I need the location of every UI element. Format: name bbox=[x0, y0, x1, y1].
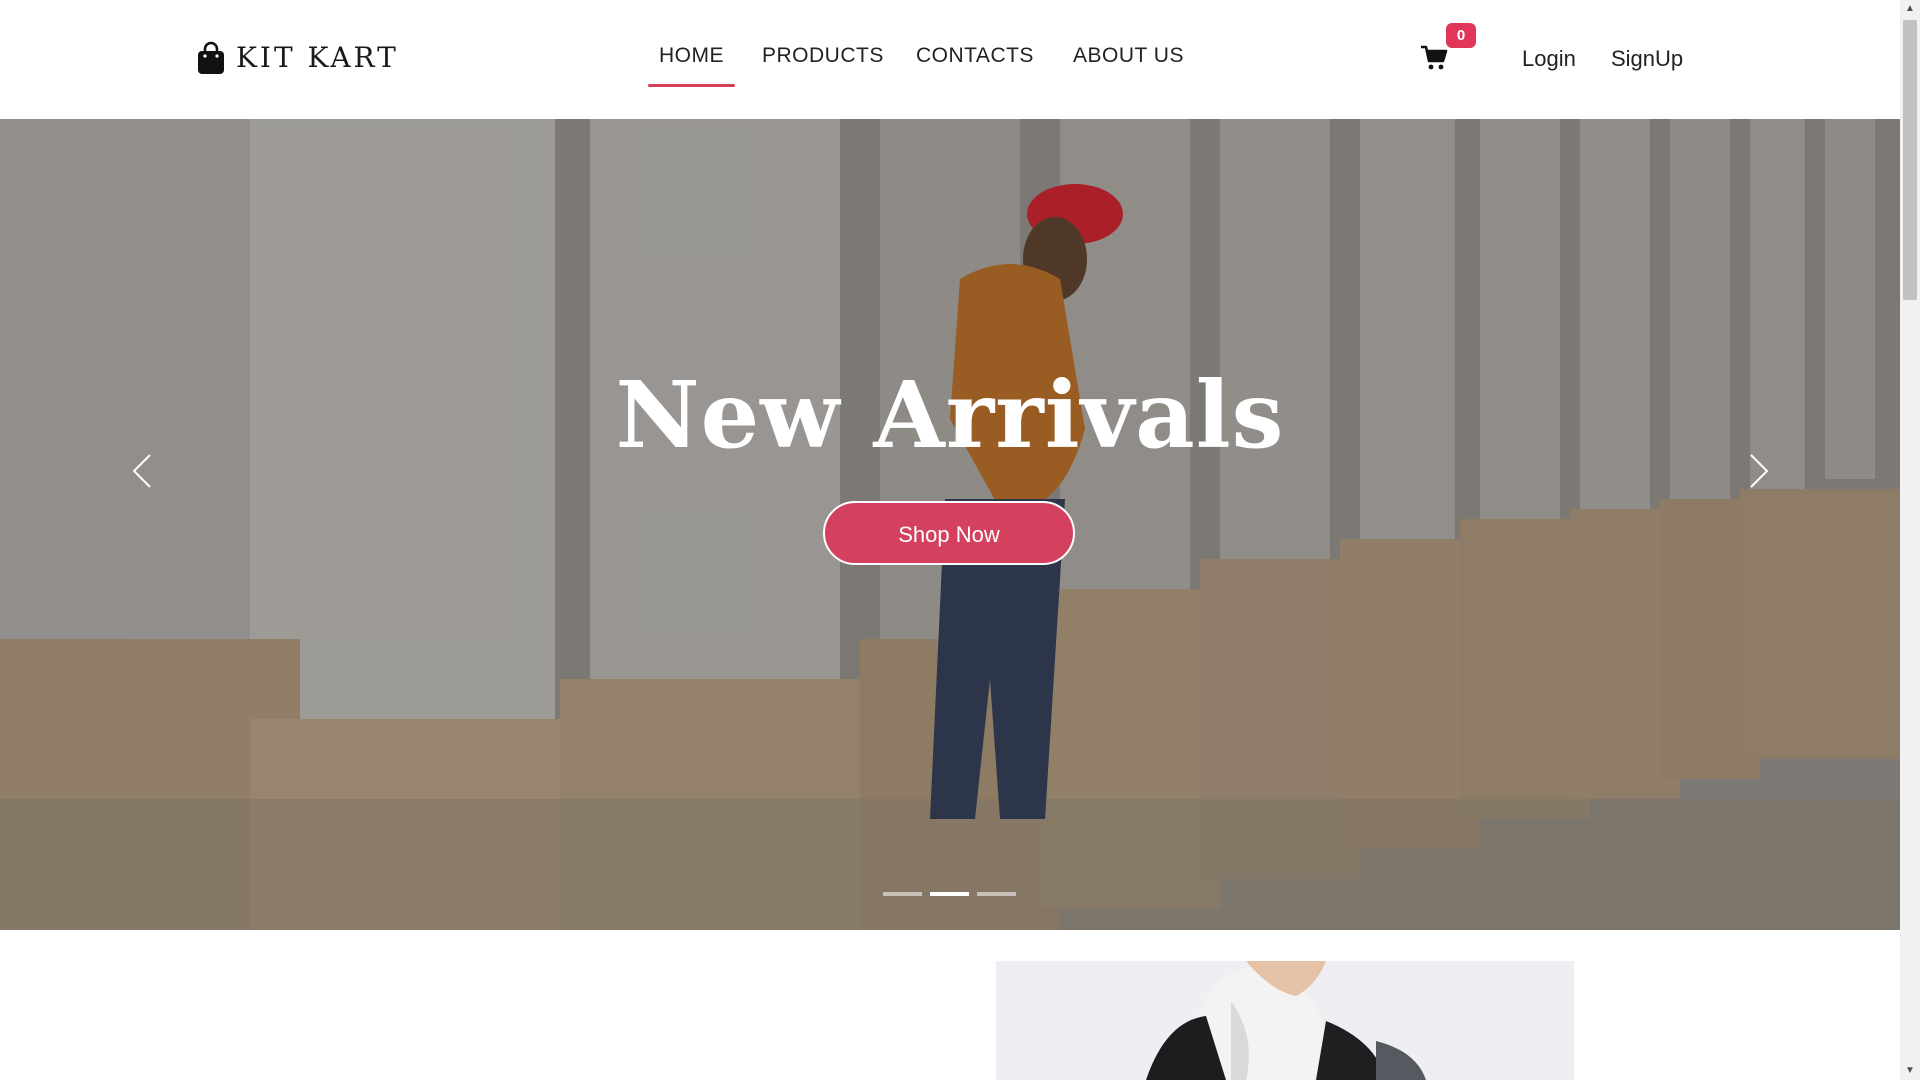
page-scrollbar[interactable]: ▲ ▼ bbox=[1900, 0, 1920, 1080]
hero-carousel: New Arrivals Shop Now bbox=[0, 119, 1900, 930]
chevron-left-icon[interactable] bbox=[128, 451, 158, 491]
chevron-right-icon[interactable] bbox=[1743, 451, 1773, 491]
shop-now-button[interactable]: Shop Now bbox=[823, 501, 1075, 565]
nav-home[interactable]: HOME bbox=[648, 44, 735, 87]
carousel-indicators bbox=[883, 892, 1016, 896]
brand-logo[interactable]: KIT KART bbox=[196, 41, 399, 75]
hero-title: New Arrivals bbox=[615, 361, 1285, 469]
carousel-indicator[interactable] bbox=[977, 892, 1016, 896]
scroll-down-icon[interactable]: ▼ bbox=[1900, 1062, 1920, 1080]
scroll-up-icon[interactable]: ▲ bbox=[1900, 0, 1920, 18]
nav-contacts[interactable]: CONTACTS bbox=[916, 44, 1034, 68]
brand-name: KIT KART bbox=[236, 41, 399, 74]
cart-count-badge: 0 bbox=[1446, 23, 1476, 48]
featured-product-image[interactable] bbox=[996, 961, 1574, 1080]
hoodie-jacket-image bbox=[996, 961, 1574, 1080]
shopping-bag-icon bbox=[198, 41, 224, 74]
page: KIT KART HOME PRODUCTS CONTACTS ABOUT US… bbox=[0, 0, 1900, 1080]
carousel-indicator[interactable] bbox=[883, 892, 922, 896]
signup-link[interactable]: SignUp bbox=[1611, 46, 1683, 72]
site-header: KIT KART HOME PRODUCTS CONTACTS ABOUT US… bbox=[0, 0, 1900, 119]
login-link[interactable]: Login bbox=[1522, 46, 1576, 72]
nav-about-us[interactable]: ABOUT US bbox=[1073, 44, 1184, 68]
scroll-thumb[interactable] bbox=[1903, 20, 1917, 300]
cart-icon[interactable] bbox=[1420, 45, 1448, 71]
carousel-indicator-active[interactable] bbox=[930, 892, 969, 896]
nav-products[interactable]: PRODUCTS bbox=[762, 44, 884, 68]
